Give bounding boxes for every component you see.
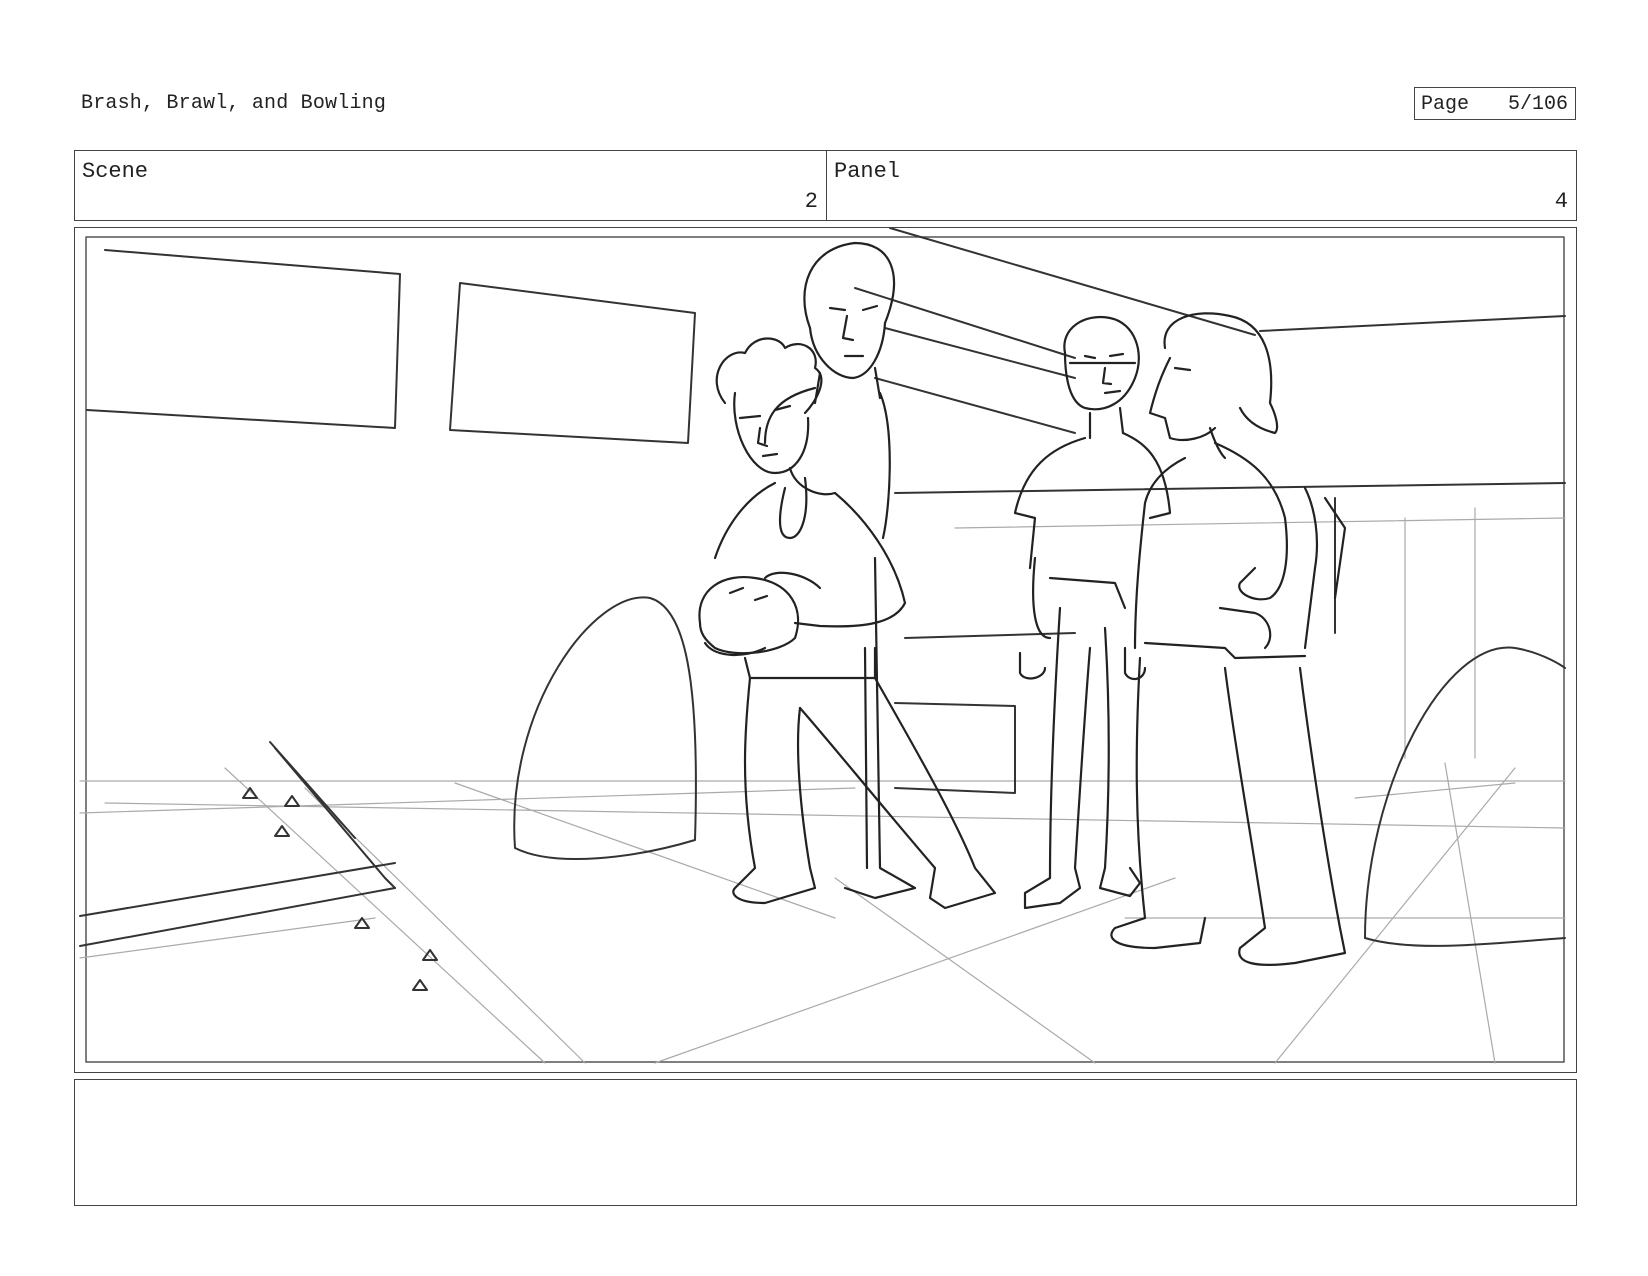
page-label: Page: [1421, 93, 1470, 116]
storyboard-sketch: [79, 228, 1566, 1064]
page-number: 5/106: [1507, 93, 1568, 116]
panel-number: 4: [1554, 189, 1568, 214]
scene-cell: Scene 2: [75, 151, 827, 220]
scene-label: Scene: [82, 159, 149, 184]
storyboard-title: Brash, Brawl, and Bowling: [81, 92, 387, 115]
panel-notes: [74, 1079, 1577, 1206]
page-indicator: Page 5/106: [1414, 87, 1576, 120]
scene-number: 2: [804, 189, 818, 214]
panel-label: Panel: [834, 159, 901, 184]
scene-panel-header: Scene 2 Panel 4: [74, 150, 1577, 221]
panel-cell: Panel 4: [827, 151, 1576, 220]
panel-frame: [74, 227, 1577, 1073]
